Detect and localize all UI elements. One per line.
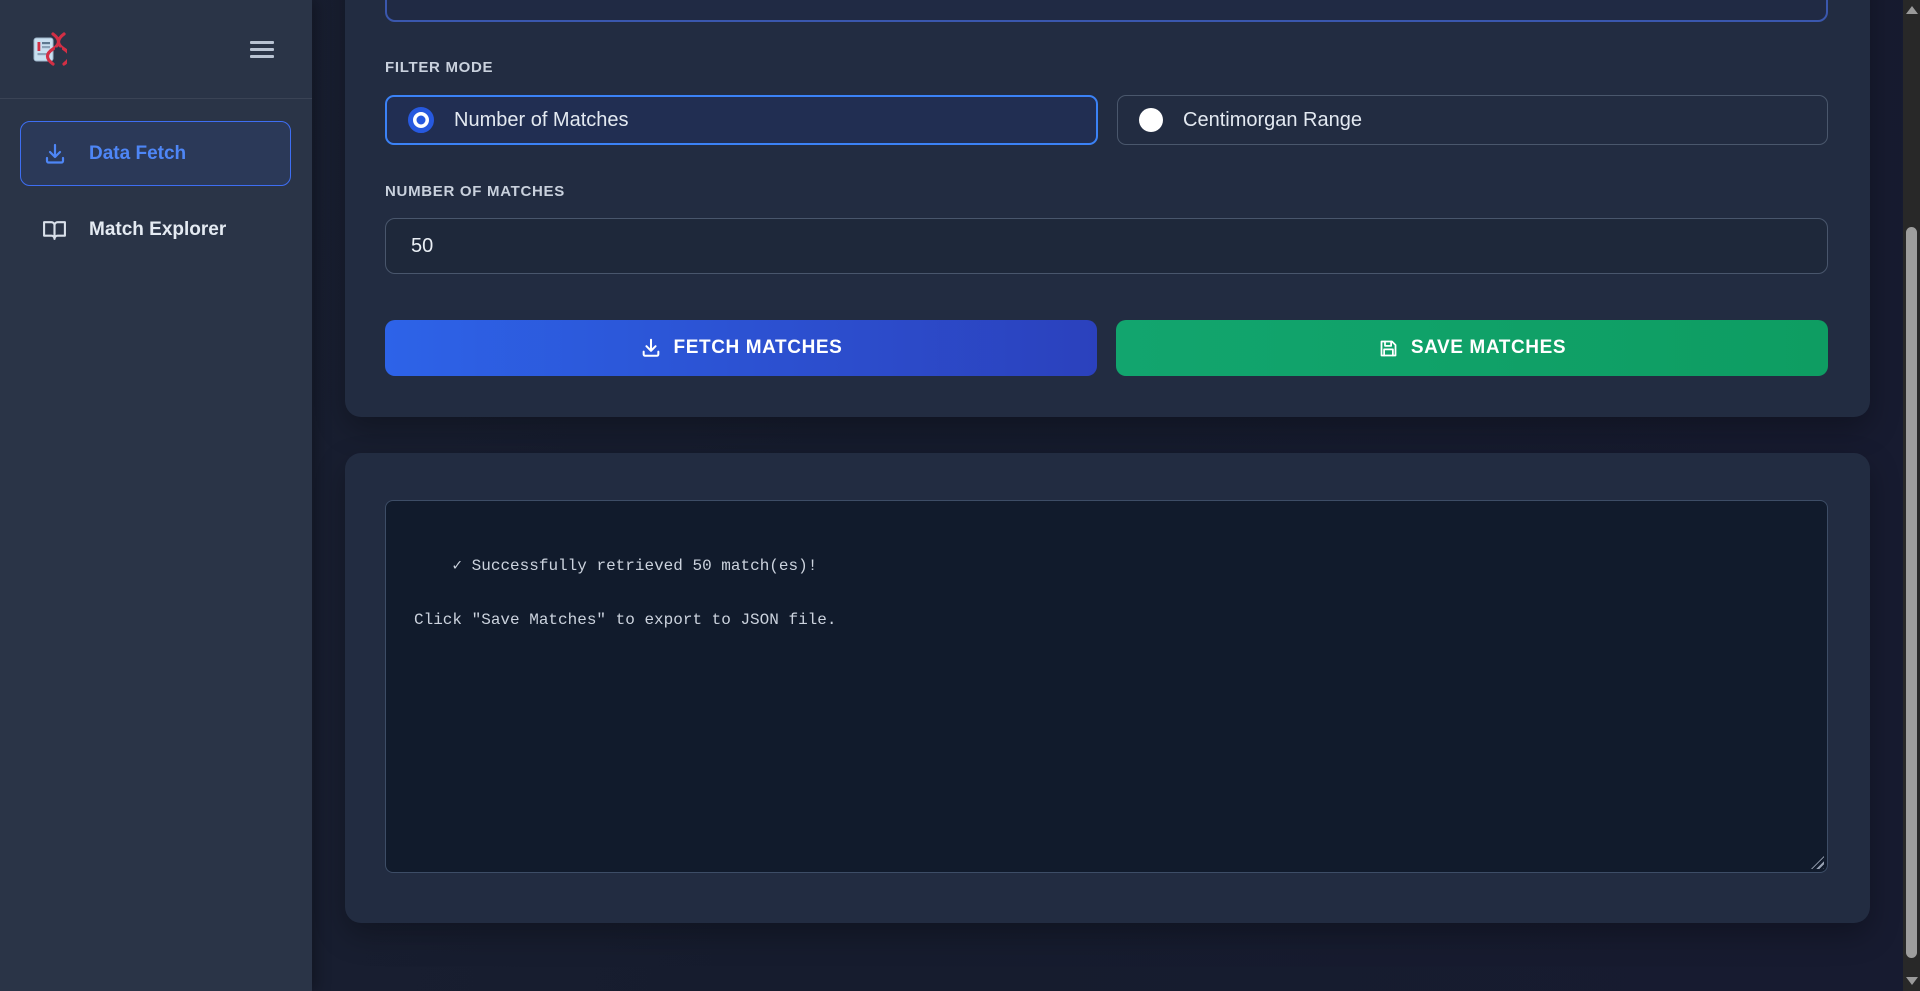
- save-matches-button-label: SAVE MATCHES: [1411, 337, 1566, 359]
- textarea-resize-handle[interactable]: [1811, 856, 1824, 869]
- sidebar-item-match-explorer[interactable]: Match Explorer: [20, 205, 291, 255]
- radio-selected-icon: [408, 107, 434, 133]
- console-card: ✓ Successfully retrieved 50 match(es)! C…: [345, 453, 1870, 923]
- partially-visible-text-input[interactable]: [385, 0, 1828, 22]
- scroll-up-arrow-icon[interactable]: [1906, 6, 1918, 14]
- save-floppy-icon: [1378, 338, 1399, 359]
- sidebar-header: [0, 0, 312, 99]
- dna-document-logo-icon: [31, 31, 67, 67]
- fetch-matches-button[interactable]: FETCH MATCHES: [385, 320, 1097, 376]
- sidebar-item-data-fetch[interactable]: Data Fetch: [20, 121, 291, 186]
- sidebar: Data Fetch Match Explorer: [0, 0, 312, 991]
- number-of-matches-input[interactable]: [385, 218, 1828, 274]
- hamburger-menu-icon[interactable]: [250, 41, 274, 59]
- action-buttons-row: FETCH MATCHES SAVE MATCHES: [385, 320, 1828, 376]
- radio-option-label: Number of Matches: [454, 109, 629, 132]
- number-of-matches-label: NUMBER OF MATCHES: [385, 183, 565, 200]
- fetch-matches-button-label: FETCH MATCHES: [674, 337, 843, 359]
- radio-option-number-of-matches[interactable]: Number of Matches: [385, 95, 1098, 145]
- sidebar-item-label: Match Explorer: [89, 219, 226, 241]
- sidebar-item-label: Data Fetch: [89, 143, 186, 165]
- filter-mode-label: FILTER MODE: [385, 59, 493, 76]
- radio-option-label: Centimorgan Range: [1183, 109, 1362, 132]
- save-matches-button[interactable]: SAVE MATCHES: [1116, 320, 1828, 376]
- radio-option-centimorgan-range[interactable]: Centimorgan Range: [1117, 95, 1828, 145]
- radio-unselected-icon: [1139, 108, 1163, 132]
- vertical-scrollbar[interactable]: [1903, 0, 1920, 991]
- fetch-settings-card: FILTER MODE Number of Matches Centimorga…: [345, 0, 1870, 417]
- console-output-textarea[interactable]: ✓ Successfully retrieved 50 match(es)! C…: [385, 500, 1828, 873]
- download-icon: [640, 337, 662, 359]
- scrollbar-thumb[interactable]: [1906, 227, 1917, 958]
- filter-mode-options: Number of Matches Centimorgan Range: [385, 95, 1828, 145]
- download-icon: [43, 142, 67, 166]
- scroll-down-arrow-icon[interactable]: [1906, 977, 1918, 985]
- console-text: ✓ Successfully retrieved 50 match(es)! C…: [414, 557, 836, 629]
- open-book-icon: [42, 218, 67, 243]
